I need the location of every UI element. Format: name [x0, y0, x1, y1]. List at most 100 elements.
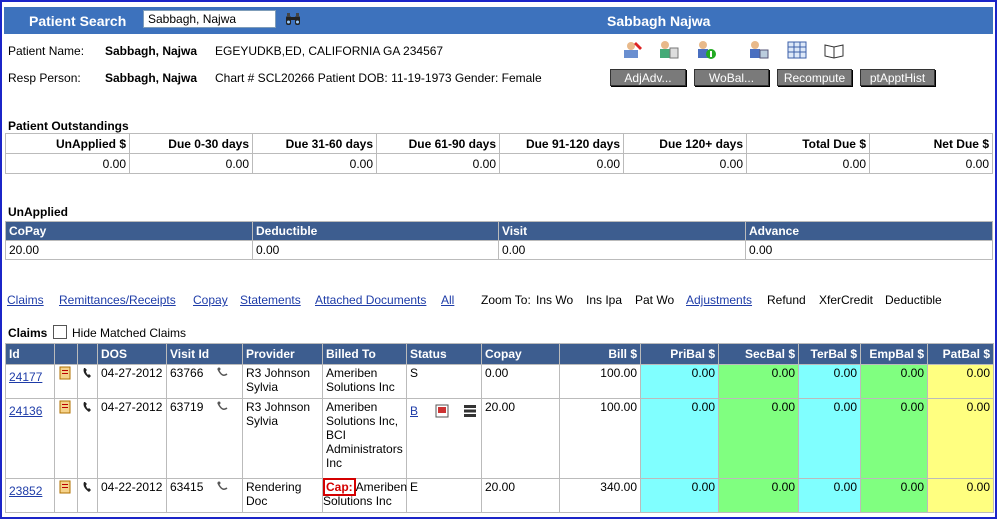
outstandings-value-row: 0.00 0.00 0.00 0.00 0.00 0.00 0.00 0.00	[5, 153, 993, 174]
col-copay: CoPay	[5, 221, 253, 241]
link-copay[interactable]: Copay	[193, 293, 228, 307]
outstandings-header-row: UnApplied $ Due 0-30 days Due 31-60 days…	[5, 133, 993, 154]
claim-dos: 04-27-2012	[97, 364, 167, 399]
patient-info-icon[interactable]	[696, 40, 718, 60]
claim-provider: R3 Johnson Sylvia	[242, 398, 323, 479]
resp-person-label: Resp Person:	[8, 71, 81, 85]
val-unapplied: 0.00	[5, 153, 130, 174]
phone-icon[interactable]	[81, 366, 95, 380]
visit-icon[interactable]	[215, 400, 229, 414]
claim-secbal: 0.00	[718, 478, 799, 513]
col-id[interactable]: Id	[5, 343, 55, 365]
pt-appt-hist-button[interactable]: ptApptHist	[860, 69, 935, 86]
unapplied-title: UnApplied	[8, 205, 68, 219]
patient-name-label: Patient Name:	[8, 44, 85, 58]
hide-matched-checkbox[interactable]	[53, 325, 67, 339]
patient-search-input[interactable]	[143, 10, 276, 28]
col-due-31-60: Due 31-60 days	[252, 133, 377, 154]
claim-visit-id: 63719	[170, 400, 204, 414]
link-attached-documents[interactable]: Attached Documents	[315, 293, 426, 307]
col-due-0-30: Due 0-30 days	[129, 133, 253, 154]
col-copay-claim[interactable]: Copay	[481, 343, 560, 365]
unapplied-header-row: CoPay Deductible Visit Advance	[5, 221, 993, 241]
col-deductible: Deductible	[252, 221, 499, 241]
val-due-120-plus: 0.00	[623, 153, 747, 174]
claim-terbal: 0.00	[798, 398, 861, 479]
patient-display-name: Sabbagh Najwa	[607, 13, 711, 29]
claim-bill: 100.00	[559, 398, 641, 479]
table-row: 24177 04-27-2012 63766 R3 Johnson Sylvia…	[5, 364, 994, 399]
col-visit-id[interactable]: Visit Id	[166, 343, 243, 365]
link-remittances[interactable]: Remittances/Receipts	[59, 293, 176, 307]
claim-provider: R3 Johnson Sylvia	[242, 364, 323, 399]
col-blank-1	[54, 343, 78, 365]
col-terbal[interactable]: TerBal $	[798, 343, 861, 365]
phone-icon[interactable]	[81, 480, 95, 494]
col-empbal[interactable]: EmpBal $	[860, 343, 928, 365]
claims-header-row: Id DOS Visit Id Provider Billed To Statu…	[5, 343, 994, 365]
val-visit: 0.00	[498, 240, 746, 260]
col-status[interactable]: Status	[406, 343, 482, 365]
col-secbal[interactable]: SecBal $	[718, 343, 799, 365]
visit-icon[interactable]	[215, 366, 229, 380]
col-dos[interactable]: DOS	[97, 343, 167, 365]
val-advance: 0.00	[745, 240, 993, 260]
edit-patient-icon[interactable]	[622, 40, 644, 60]
val-net-due: 0.00	[869, 153, 993, 174]
zoom-ins-ipa[interactable]: Ins Ipa	[586, 293, 622, 307]
col-provider[interactable]: Provider	[242, 343, 323, 365]
col-blank-2	[77, 343, 98, 365]
claim-copay: 20.00	[481, 478, 560, 513]
family-icon[interactable]	[748, 40, 770, 60]
outstandings-title: Patient Outstandings	[8, 119, 129, 133]
report-icon[interactable]	[435, 404, 449, 418]
claim-status-link[interactable]: B	[410, 404, 418, 418]
col-net-due: Net Due $	[869, 133, 993, 154]
claim-pribal: 0.00	[640, 478, 719, 513]
val-deductible: 0.00	[252, 240, 499, 260]
binoculars-icon[interactable]	[285, 12, 301, 26]
visit-icon[interactable]	[215, 480, 229, 494]
book-icon[interactable]	[823, 40, 845, 60]
claim-bill: 100.00	[559, 364, 641, 399]
zoom-deductible[interactable]: Deductible	[885, 293, 942, 307]
zoom-ins-wo[interactable]: Ins Wo	[536, 293, 573, 307]
claim-id-link[interactable]: 23852	[9, 484, 42, 498]
claim-id-link[interactable]: 24177	[9, 370, 42, 384]
claim-doc-icon[interactable]	[58, 366, 72, 380]
claim-status: S	[406, 364, 482, 399]
col-patbal[interactable]: PatBal $	[927, 343, 994, 365]
link-statements[interactable]: Statements	[240, 293, 301, 307]
claim-copay: 20.00	[481, 398, 560, 479]
claim-id-link[interactable]: 24136	[9, 404, 42, 418]
claim-copay: 0.00	[481, 364, 560, 399]
val-due-61-90: 0.00	[376, 153, 500, 174]
link-adjustments[interactable]: Adjustments	[686, 293, 752, 307]
claim-terbal: 0.00	[798, 364, 861, 399]
adj-adv-button[interactable]: AdjAdv...	[610, 69, 686, 86]
patient-search-label: Patient Search	[29, 13, 127, 29]
val-due-0-30: 0.00	[129, 153, 253, 174]
col-pribal[interactable]: PriBal $	[640, 343, 719, 365]
col-due-120-plus: Due 120+ days	[623, 133, 747, 154]
link-all[interactable]: All	[441, 293, 454, 307]
claim-doc-icon[interactable]	[58, 480, 72, 494]
table-row: 24136 04-27-2012 63719 R3 Johnson Sylvia…	[5, 398, 994, 479]
recompute-button[interactable]: Recompute	[777, 69, 852, 86]
link-claims[interactable]: Claims	[7, 293, 44, 307]
phone-icon[interactable]	[81, 400, 95, 414]
claim-doc-icon[interactable]	[58, 400, 72, 414]
table-row: 23852 04-22-2012 63415 Rendering Doc Cap…	[5, 478, 994, 513]
claim-visit-id: 63415	[170, 480, 204, 494]
zoom-xfercredit[interactable]: XferCredit	[819, 293, 873, 307]
patient-list-icon[interactable]	[658, 40, 680, 60]
claim-dos: 04-27-2012	[97, 398, 167, 479]
col-bill[interactable]: Bill $	[559, 343, 641, 365]
zoom-pat-wo[interactable]: Pat Wo	[635, 293, 674, 307]
wo-bal-button[interactable]: WoBal...	[694, 69, 769, 86]
col-billed-to[interactable]: Billed To	[322, 343, 407, 365]
calendar-grid-icon[interactable]	[786, 40, 808, 60]
chart-info: Chart # SCL20266 Patient DOB: 11-19-1973…	[215, 71, 542, 85]
list-icon[interactable]	[463, 404, 477, 418]
zoom-refund[interactable]: Refund	[767, 293, 806, 307]
